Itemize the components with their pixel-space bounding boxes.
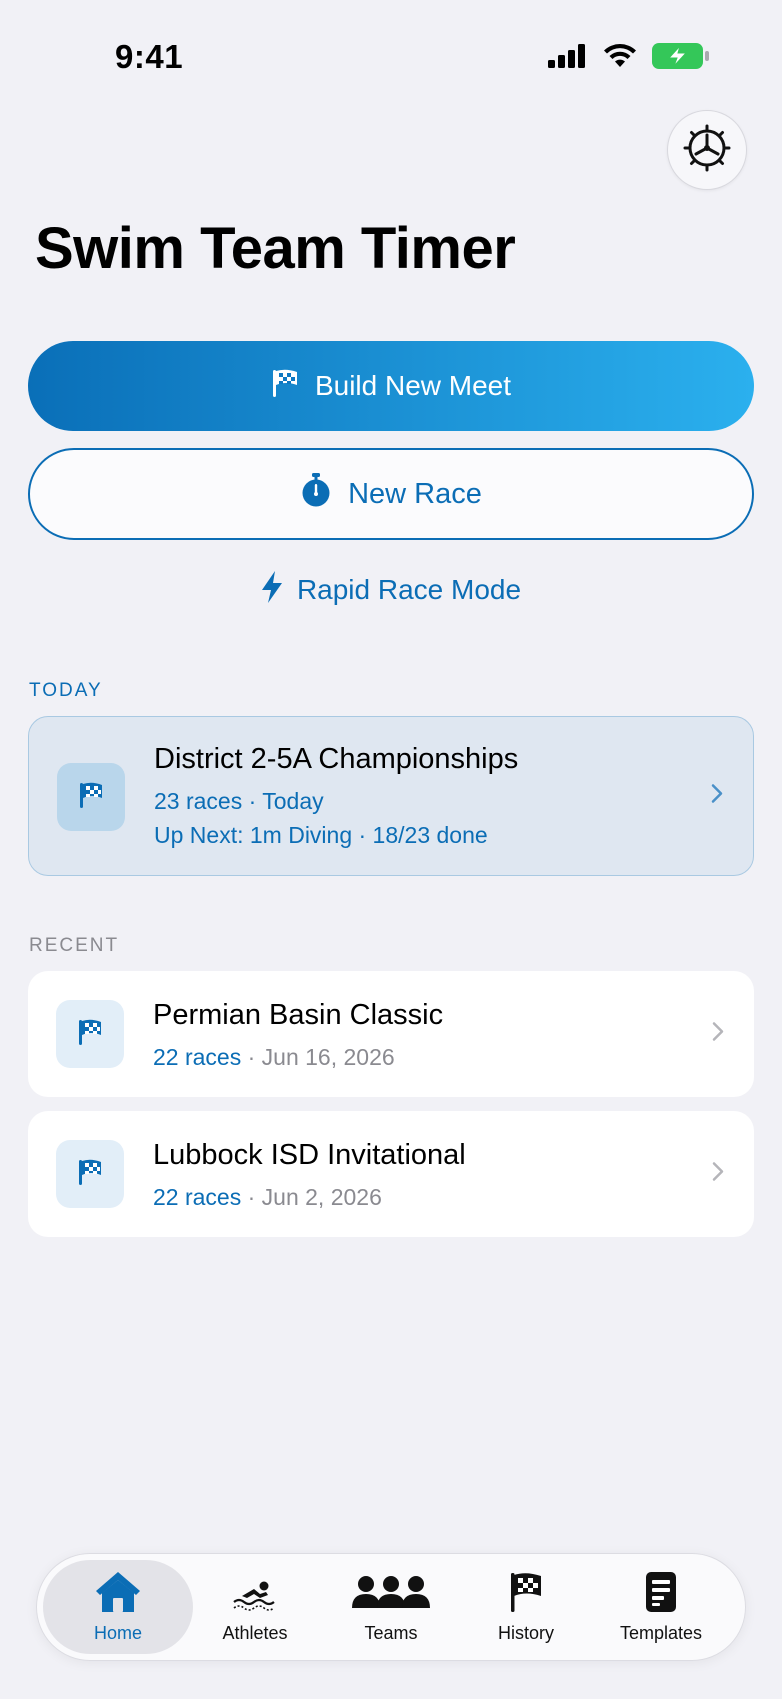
checkered-flag-icon	[504, 1570, 548, 1619]
stopwatch-icon	[300, 473, 332, 515]
battery-charging-icon	[652, 42, 710, 75]
tab-label: Athletes	[222, 1623, 288, 1643]
settings-button[interactable]	[667, 110, 747, 190]
meet-meta: 22 races · Jun 16, 2026	[153, 1040, 443, 1074]
status-time: 9:41	[115, 38, 184, 75]
today-meet-card[interactable]: District 2-5A Championships 23 races · T…	[28, 716, 754, 876]
home-indicator-area	[0, 1669, 782, 1699]
people-icon	[350, 1570, 432, 1619]
checkered-flag-icon	[77, 780, 105, 815]
meet-races-count: 23 races	[154, 788, 243, 814]
meet-title: Permian Basin Classic	[153, 999, 444, 1031]
new-race-button[interactable]: New Race	[28, 448, 754, 540]
recent-meet-card[interactable]: Lubbock ISD Invitational 22 races · Jun …	[28, 1111, 754, 1237]
meet-title: District 2-5A Championships	[154, 743, 519, 775]
tab-label: Home	[93, 1623, 142, 1643]
meet-meta: 23 races · Today	[154, 784, 518, 818]
meet-date: Jun 2, 2026	[261, 1184, 382, 1210]
build-new-meet-label: Build New Meet	[314, 370, 512, 401]
tab-bar: Home Athletes Teams History Templates	[36, 1553, 746, 1661]
wifi-icon	[602, 43, 638, 74]
meet-title: Lubbock ISD Invitational	[153, 1139, 466, 1171]
chevron-right-icon	[712, 1022, 724, 1047]
status-bar: 9:41	[0, 0, 782, 110]
page-title: Swim Team Timer	[35, 216, 516, 281]
section-recent-label: RECENT	[29, 935, 120, 956]
checkered-flag-icon	[76, 1157, 104, 1192]
recent-meet-card[interactable]: Permian Basin Classic 22 races · Jun 16,…	[28, 971, 754, 1097]
recent-meet-text: Permian Basin Classic 22 races · Jun 16,…	[153, 999, 443, 1074]
house-icon	[93, 1570, 143, 1619]
meet-races-count: 22 races	[153, 1184, 242, 1210]
status-icons	[548, 42, 710, 75]
tab-label: Teams	[364, 1623, 418, 1643]
meet-races-count: 22 races	[153, 1044, 242, 1070]
meet-icon-badge	[56, 1140, 124, 1208]
tab-label: Templates	[619, 1623, 703, 1643]
tab-templates[interactable]: Templates	[586, 1560, 736, 1654]
meet-icon-badge	[56, 1000, 124, 1068]
checkered-flag-icon	[271, 368, 299, 405]
chevron-right-icon	[711, 784, 723, 809]
bolt-icon	[261, 570, 283, 610]
meet-date: Jun 16, 2026	[261, 1044, 395, 1070]
gear-icon	[682, 123, 732, 178]
rapid-race-mode-button[interactable]: Rapid Race Mode	[0, 565, 782, 615]
swimmer-icon	[230, 1570, 280, 1619]
meet-icon-badge	[57, 763, 125, 831]
meta-separator: ·	[247, 1044, 262, 1070]
tab-athletes[interactable]: Athletes	[180, 1560, 330, 1654]
tab-teams[interactable]: Teams	[316, 1560, 466, 1654]
new-race-label: New Race	[348, 477, 482, 510]
meet-meta: 22 races · Jun 2, 2026	[153, 1180, 466, 1214]
checkered-flag-icon	[76, 1017, 104, 1052]
build-new-meet-button[interactable]: Build New Meet	[28, 341, 754, 431]
document-icon	[641, 1570, 681, 1619]
section-today-label: TODAY	[29, 680, 103, 701]
chevron-right-icon	[712, 1162, 724, 1187]
today-meet-text: District 2-5A Championships 23 races · T…	[154, 743, 518, 852]
meet-date: Today	[262, 788, 324, 814]
tab-home[interactable]: Home	[43, 1560, 193, 1654]
meet-up-next: Up Next: 1m Diving · 18/23 done	[154, 822, 488, 848]
tab-history[interactable]: History	[451, 1560, 601, 1654]
meta-separator: ·	[247, 1184, 262, 1210]
tab-label: History	[497, 1623, 554, 1643]
meta-separator: ·	[248, 788, 263, 814]
cellular-signal-icon	[548, 44, 588, 73]
rapid-race-mode-label: Rapid Race Mode	[296, 574, 522, 605]
recent-meet-text: Lubbock ISD Invitational 22 races · Jun …	[153, 1139, 466, 1214]
